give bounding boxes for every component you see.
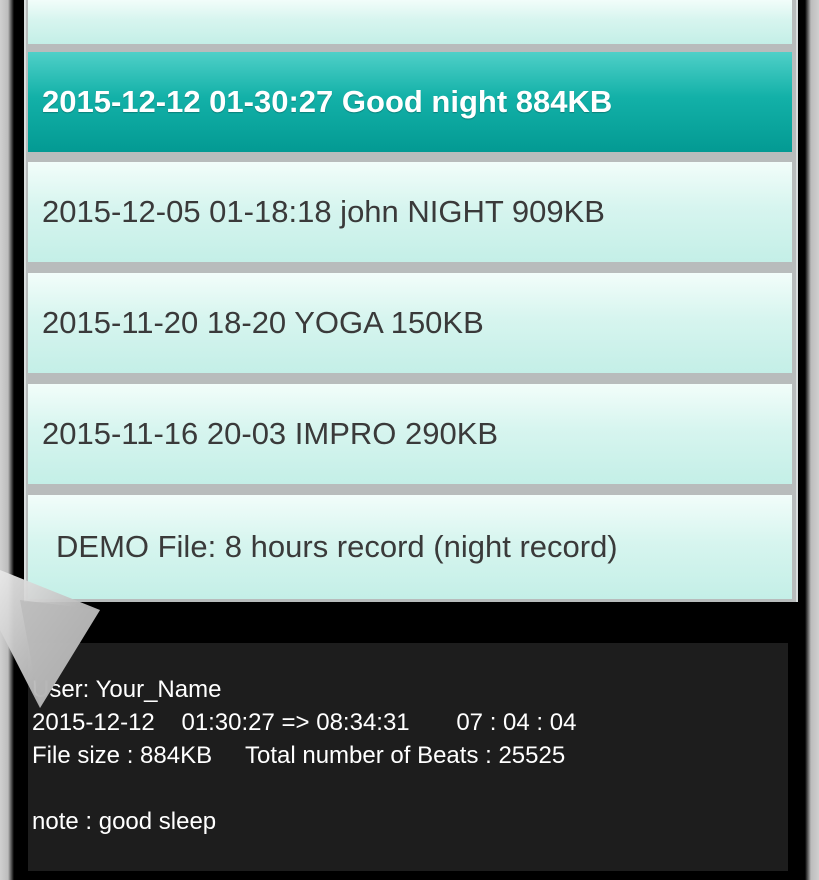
note-text: note : good sleep <box>32 808 217 835</box>
list-item-label: 2015-11-20 18-20 YOGA 150KB <box>42 305 484 340</box>
list-item-selected[interactable]: 2015-12-12 01-30:27 Good night 884KB <box>28 52 792 152</box>
list-item-label: 2015-12-12 01-30:27 Good night 884KB <box>42 84 613 119</box>
list-item-label: 2015-12-05 01-18:18 john NIGHT 909KB <box>42 194 605 229</box>
list-item[interactable]: 2015-11-16 20-03 IMPRO 290KB <box>28 384 792 484</box>
user-name-text: User: Your_Name <box>32 676 222 703</box>
list-item[interactable]: 2015-12-05 01-18:18 john NIGHT 909KB <box>28 162 792 262</box>
list-item[interactable]: 2015-11-20 18-20 YOGA 150KB <box>28 273 792 373</box>
callout-pointer-icon <box>0 570 100 708</box>
list-item-demo[interactable]: DEMO File: 8 hours record (night record) <box>28 495 792 599</box>
recording-details-panel: User: Your_Name 2015-12-12 01:30:27 => 0… <box>28 643 788 871</box>
recordings-list[interactable]: 2015-12-12 01-30:27 Good night 884KB 201… <box>24 0 798 602</box>
file-size-beats-text: File size : 884KB Total number of Beats … <box>32 742 566 769</box>
list-item-partial[interactable] <box>28 0 792 44</box>
recording-time-text: 2015-12-12 01:30:27 => 08:34:31 07 : 04 … <box>32 709 577 736</box>
list-item-label: 2015-11-16 20-03 IMPRO 290KB <box>42 416 499 451</box>
